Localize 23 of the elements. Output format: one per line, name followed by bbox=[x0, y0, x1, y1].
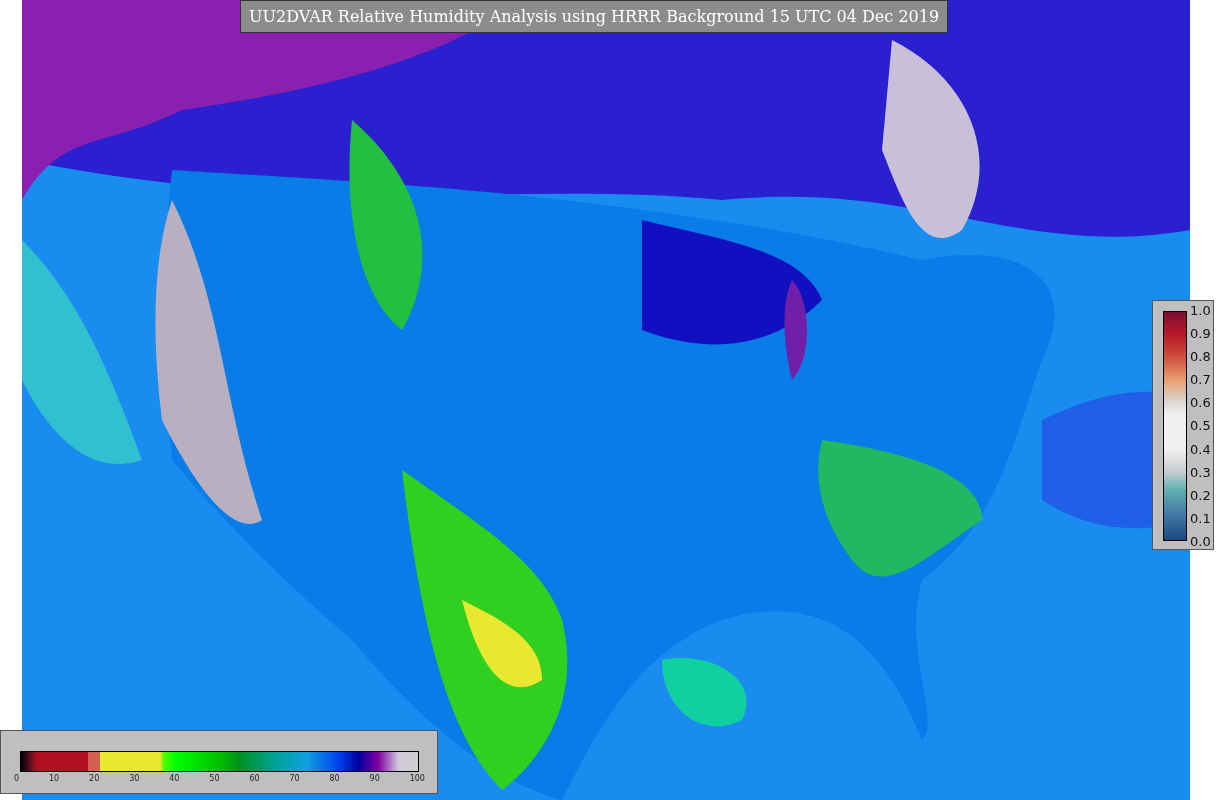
tick-label: 0.3 bbox=[1190, 464, 1211, 480]
tick-label: 1.0 bbox=[1190, 303, 1211, 318]
tick-label: 0.1 bbox=[1190, 510, 1211, 526]
tick-label: 30 bbox=[129, 774, 140, 783]
tick-label: 0.4 bbox=[1190, 441, 1211, 457]
tick-label: 0.6 bbox=[1190, 395, 1211, 411]
tick-label: 0.5 bbox=[1190, 418, 1211, 434]
tick-label: 0.0 bbox=[1190, 533, 1211, 549]
tick-label: 0.7 bbox=[1190, 372, 1211, 388]
tick-label: 50 bbox=[209, 774, 220, 783]
tick-label: 100 bbox=[409, 774, 425, 783]
tick-label: 80 bbox=[329, 774, 340, 783]
tick-label: 60 bbox=[249, 774, 260, 783]
tick-label: 20 bbox=[89, 774, 100, 783]
tick-label: 40 bbox=[169, 774, 180, 783]
tick-label: 70 bbox=[289, 774, 300, 783]
map-title: UU2DVAR Relative Humidity Analysis using HRRR Background 15 UTC 04 Dec 2019 bbox=[240, 0, 949, 33]
tick-label: 0.2 bbox=[1190, 487, 1211, 503]
tick-label: 0 bbox=[14, 774, 20, 783]
tick-label: 90 bbox=[369, 774, 380, 783]
tick-label: 0.8 bbox=[1190, 349, 1211, 365]
tick-label: 10 bbox=[49, 774, 60, 783]
tick-label: 0.9 bbox=[1190, 326, 1211, 342]
